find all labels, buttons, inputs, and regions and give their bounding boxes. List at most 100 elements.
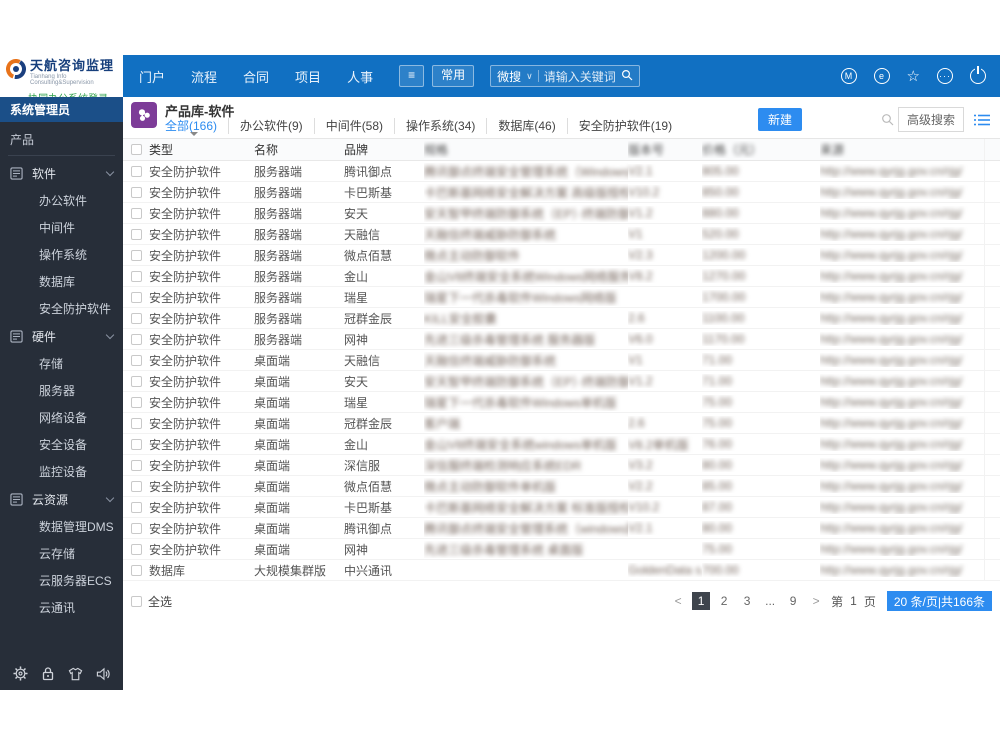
pinned-menu-button[interactable]: 常用 — [432, 65, 475, 87]
row-checkbox[interactable] — [130, 438, 142, 450]
blurred-link[interactable]: http://www.qyrjg.gov.cn/rjg/ — [820, 542, 963, 556]
list-view-icon[interactable] — [974, 113, 990, 127]
row-checkbox[interactable] — [130, 375, 142, 387]
table-row[interactable]: 安全防护软件 服务器端 金山 金山V8终端安全系统Windows网络服务器版V8.2 1… — [123, 266, 1000, 287]
tab-全部(166)[interactable]: 全部(166) — [165, 118, 228, 136]
sidebar-item-监控设备[interactable]: 监控设备 — [0, 458, 123, 485]
blurred-link[interactable]: http://www.qyrjg.gov.cn/rjg/ — [820, 311, 963, 325]
table-row[interactable]: 安全防护软件 桌面端 卡巴斯基 卡巴斯基网络安全解决方案 标准版授权许可 V10...… — [123, 497, 1000, 518]
search-input[interactable]: 请输入关键词搜索 — [544, 68, 616, 85]
row-checkbox[interactable] — [130, 396, 142, 408]
nav-item-项目[interactable]: 项目 — [295, 67, 321, 86]
sidebar-item-云通讯[interactable]: 云通讯 — [0, 594, 123, 621]
sidebar-group-硬件[interactable]: 硬件 — [0, 322, 123, 350]
nav-item-门户[interactable]: 门户 — [139, 67, 165, 86]
table-row[interactable]: 安全防护软件 桌面端 腾讯御点 腾讯御点终端安全管理系统（windows版）V2.1V… — [123, 518, 1000, 539]
row-checkbox[interactable] — [130, 270, 142, 282]
sidebar-item-网络设备[interactable]: 网络设备 — [0, 404, 123, 431]
table-row[interactable]: 安全防护软件 桌面端 深信服 深信服终端检测响应系统EDR V3.2 80.00 http:… — [123, 455, 1000, 476]
sidebar-item-中间件[interactable]: 中间件 — [0, 214, 123, 241]
sidebar-item-数据库[interactable]: 数据库 — [0, 268, 123, 295]
tab-中间件(58)[interactable]: 中间件(58) — [313, 118, 394, 134]
blurred-link[interactable]: http://www.qyrjg.gov.cn/rjg/ — [820, 437, 963, 451]
table-row[interactable]: 安全防护软件 桌面端 瑞星 瑞星下一代杀毒软件Windows单机版 75.00 http:… — [123, 392, 1000, 413]
blurred-link[interactable]: http://www.qyrjg.gov.cn/rjg/ — [820, 269, 963, 283]
row-checkbox[interactable] — [130, 228, 142, 240]
row-checkbox[interactable] — [130, 186, 142, 198]
tab-办公软件(9)[interactable]: 办公软件(9) — [228, 118, 314, 134]
prev-page-button[interactable]: < — [669, 592, 687, 610]
table-row[interactable]: 安全防护软件 服务器端 天融信 天融信终端威胁防御系统 V1 520.00 http://w… — [123, 224, 1000, 245]
blurred-link[interactable]: http://www.qyrjg.gov.cn/rjg/ — [820, 563, 963, 577]
sidebar-item-安全设备[interactable]: 安全设备 — [0, 431, 123, 458]
row-checkbox[interactable] — [130, 480, 142, 492]
hamburger-menu-button[interactable]: ≡ — [399, 65, 425, 87]
blurred-link[interactable]: http://www.qyrjg.gov.cn/rjg/ — [820, 479, 963, 493]
message-circle-icon[interactable]: e — [873, 68, 890, 84]
tab-数据库(46)[interactable]: 数据库(46) — [486, 118, 566, 134]
sidebar-item-服务器[interactable]: 服务器 — [0, 377, 123, 404]
search-scope-label[interactable]: 微搜 — [497, 68, 521, 85]
nav-item-流程[interactable]: 流程 — [191, 67, 217, 86]
table-row[interactable]: 安全防护软件 桌面端 冠群金辰 客户端 2.6 75.00 http://www.qyrjg… — [123, 413, 1000, 434]
sidebar-group-云资源[interactable]: 云资源 — [0, 485, 123, 513]
nav-item-人事[interactable]: 人事 — [347, 67, 373, 86]
nav-item-合同[interactable]: 合同 — [243, 67, 269, 86]
sidebar-item-数据管理DMS[interactable]: 数据管理DMS — [0, 513, 123, 540]
row-checkbox[interactable] — [130, 543, 142, 555]
row-checkbox[interactable] — [130, 459, 142, 471]
blurred-link[interactable]: http://www.qyrjg.gov.cn/rjg/ — [820, 500, 963, 514]
blurred-link[interactable]: http://www.qyrjg.gov.cn/rjg/ — [820, 458, 963, 472]
global-search[interactable]: 微搜 ∨ 请输入关键词搜索 — [490, 65, 640, 87]
sidebar-group-软件[interactable]: 软件 — [0, 159, 123, 187]
table-row[interactable]: 安全防护软件 服务器端 网神 先进三级杀毒管理系统 服务器版 V6.0 1170.00 ht… — [123, 329, 1000, 350]
table-row[interactable]: 安全防护软件 服务器端 瑞星 瑞星下一代杀毒软件Windows网络版 1700.00 ht… — [123, 287, 1000, 308]
row-checkbox[interactable] — [130, 249, 142, 261]
row-checkbox[interactable] — [130, 501, 142, 513]
row-checkbox[interactable] — [130, 312, 142, 324]
settings-icon[interactable] — [12, 666, 28, 681]
jump-page-value[interactable]: 1 — [850, 594, 857, 608]
sidebar-item-云服务器ECS[interactable]: 云服务器ECS — [0, 567, 123, 594]
table-row[interactable]: 安全防护软件 桌面端 天融信 天融信终端威胁防御系统 V1 71.00 http://www… — [123, 350, 1000, 371]
new-button[interactable]: 新建 — [757, 108, 802, 131]
power-icon[interactable] — [970, 68, 986, 84]
table-search-input[interactable] — [811, 109, 898, 130]
blurred-link[interactable]: http://www.qyrjg.gov.cn/rjg/ — [820, 227, 963, 241]
table-row[interactable]: 数据库 大规模集群版 中兴通讯 GoldenData s...700.00 http:/… — [123, 560, 1000, 581]
next-page-button[interactable]: > — [807, 592, 825, 610]
sidebar-item-云存储[interactable]: 云存储 — [0, 540, 123, 567]
blurred-link[interactable]: http://www.qyrjg.gov.cn/rjg/ — [820, 374, 963, 388]
table-row[interactable]: 安全防护软件 桌面端 微点佰慧 微点主动防御软件单机版 V2.2 85.00 http://… — [123, 476, 1000, 497]
page-button-2[interactable]: 2 — [715, 592, 733, 610]
theme-icon[interactable] — [68, 667, 83, 681]
tab-安全防护软件(19)[interactable]: 安全防护软件(19) — [566, 118, 683, 134]
page-button-3[interactable]: 3 — [738, 592, 756, 610]
blurred-link[interactable]: http://www.qyrjg.gov.cn/rjg/ — [820, 206, 963, 220]
sidebar-item-存储[interactable]: 存储 — [0, 350, 123, 377]
blurred-link[interactable]: http://www.qyrjg.gov.cn/rjg/ — [820, 332, 963, 346]
page-size-badge[interactable]: 20 条/页|共166条 — [886, 591, 992, 611]
table-row[interactable]: 安全防护软件 桌面端 金山 金山V8终端安全系统windows单机版 V8.2单机版 76… — [123, 434, 1000, 455]
table-row[interactable]: 安全防护软件 桌面端 网神 先进三级杀毒管理系统 桌面版 75.00 http://www… — [123, 539, 1000, 560]
advanced-search-button[interactable]: 高级搜索 — [897, 107, 964, 132]
more-circle-icon[interactable]: ··· — [937, 68, 953, 84]
page-button-9[interactable]: 9 — [784, 592, 802, 610]
row-checkbox[interactable] — [130, 165, 142, 177]
m-badge-icon[interactable]: M — [840, 68, 857, 84]
row-checkbox[interactable] — [130, 417, 142, 429]
blurred-link[interactable]: http://www.qyrjg.gov.cn/rjg/ — [820, 164, 963, 178]
row-checkbox[interactable] — [130, 522, 142, 534]
search-icon[interactable] — [621, 69, 633, 84]
sidebar-item-安全防护软件[interactable]: 安全防护软件 — [0, 295, 123, 322]
tab-操作系统(34)[interactable]: 操作系统(34) — [394, 118, 486, 134]
select-all-checkbox[interactable] — [131, 595, 142, 607]
table-row[interactable]: 安全防护软件 桌面端 安天 安天智甲终端防御系统（EP）·终端防御单机V1.2 71.0… — [123, 371, 1000, 392]
sidebar-item-办公软件[interactable]: 办公软件 — [0, 187, 123, 214]
blurred-link[interactable]: http://www.qyrjg.gov.cn/rjg/ — [820, 521, 963, 535]
row-checkbox[interactable] — [130, 291, 142, 303]
table-row[interactable]: 安全防护软件 服务器端 微点佰慧 微点主动防御软件 V2.3 1200.00 http://… — [123, 245, 1000, 266]
blurred-link[interactable]: http://www.qyrjg.gov.cn/rjg/ — [820, 395, 963, 409]
blurred-link[interactable]: http://www.qyrjg.gov.cn/rjg/ — [820, 290, 963, 304]
row-checkbox[interactable] — [130, 333, 142, 345]
